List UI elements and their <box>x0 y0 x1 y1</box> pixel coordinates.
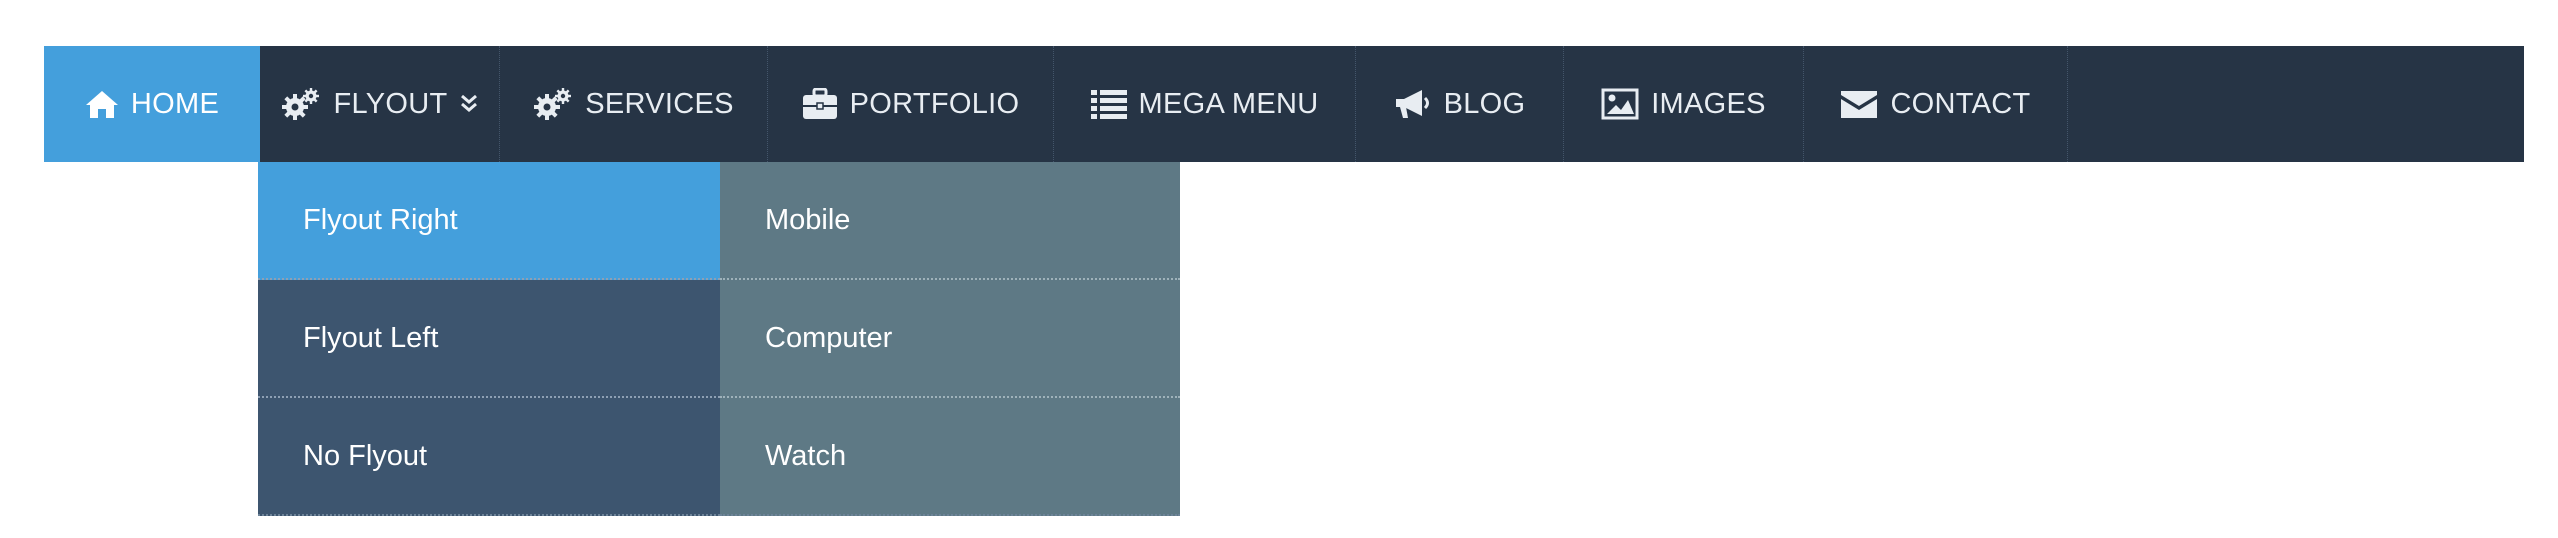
briefcase-icon <box>802 88 838 120</box>
chevron-double-down-icon <box>460 94 478 114</box>
submenu-item-computer[interactable]: Computer <box>720 280 1180 398</box>
home-icon <box>85 89 119 119</box>
nav-item-images[interactable]: IMAGES <box>1564 46 1804 162</box>
nav-label-contact: CONTACT <box>1890 87 2031 120</box>
submenu-item-watch[interactable]: Watch <box>720 398 1180 516</box>
submenu-item-mobile[interactable]: Mobile <box>720 162 1180 280</box>
nav-label-mega-menu: MEGA MENU <box>1138 87 1319 120</box>
dropdown-item-no-flyout[interactable]: No Flyout <box>258 398 720 516</box>
nav-label-home: HOME <box>130 87 220 120</box>
submenu-item-label: Watch <box>765 439 847 472</box>
flyout-dropdown: Flyout Right Flyout Left No Flyout <box>258 162 720 516</box>
nav-item-contact[interactable]: CONTACT <box>1804 46 2068 162</box>
nav-label-images: IMAGES <box>1651 87 1766 120</box>
gears-icon <box>533 87 573 121</box>
dropdown-item-label: No Flyout <box>303 439 428 472</box>
envelope-icon <box>1840 89 1878 119</box>
nav-label-services: SERVICES <box>585 87 734 120</box>
submenu-item-label: Mobile <box>765 203 851 236</box>
megaphone-icon <box>1394 88 1432 120</box>
nav-item-blog[interactable]: BLOG <box>1356 46 1564 162</box>
dropdown-item-flyout-right[interactable]: Flyout Right <box>258 162 720 280</box>
nav-item-flyout[interactable]: FLYOUT <box>260 46 500 162</box>
nav-item-home[interactable]: HOME <box>44 46 260 162</box>
nav-item-mega-menu[interactable]: MEGA MENU <box>1054 46 1356 162</box>
submenu-item-label: Computer <box>765 321 893 354</box>
nav-label-flyout: FLYOUT <box>333 87 448 120</box>
gears-icon <box>281 87 321 121</box>
dropdown-item-label: Flyout Right <box>303 203 458 236</box>
dropdown-item-flyout-left[interactable]: Flyout Left <box>258 280 720 398</box>
nav-label-blog: BLOG <box>1443 87 1526 120</box>
nav-label-portfolio: PORTFOLIO <box>849 87 1020 120</box>
image-icon <box>1601 88 1639 120</box>
main-navbar: HOME FLYOUT SERVICES PORTFOLIO MEGA MENU… <box>44 46 2524 162</box>
nav-item-services[interactable]: SERVICES <box>500 46 768 162</box>
list-icon <box>1090 89 1127 119</box>
nav-item-portfolio[interactable]: PORTFOLIO <box>768 46 1054 162</box>
dropdown-item-label: Flyout Left <box>303 321 439 354</box>
flyout-right-submenu: Mobile Computer Watch <box>720 162 1180 516</box>
